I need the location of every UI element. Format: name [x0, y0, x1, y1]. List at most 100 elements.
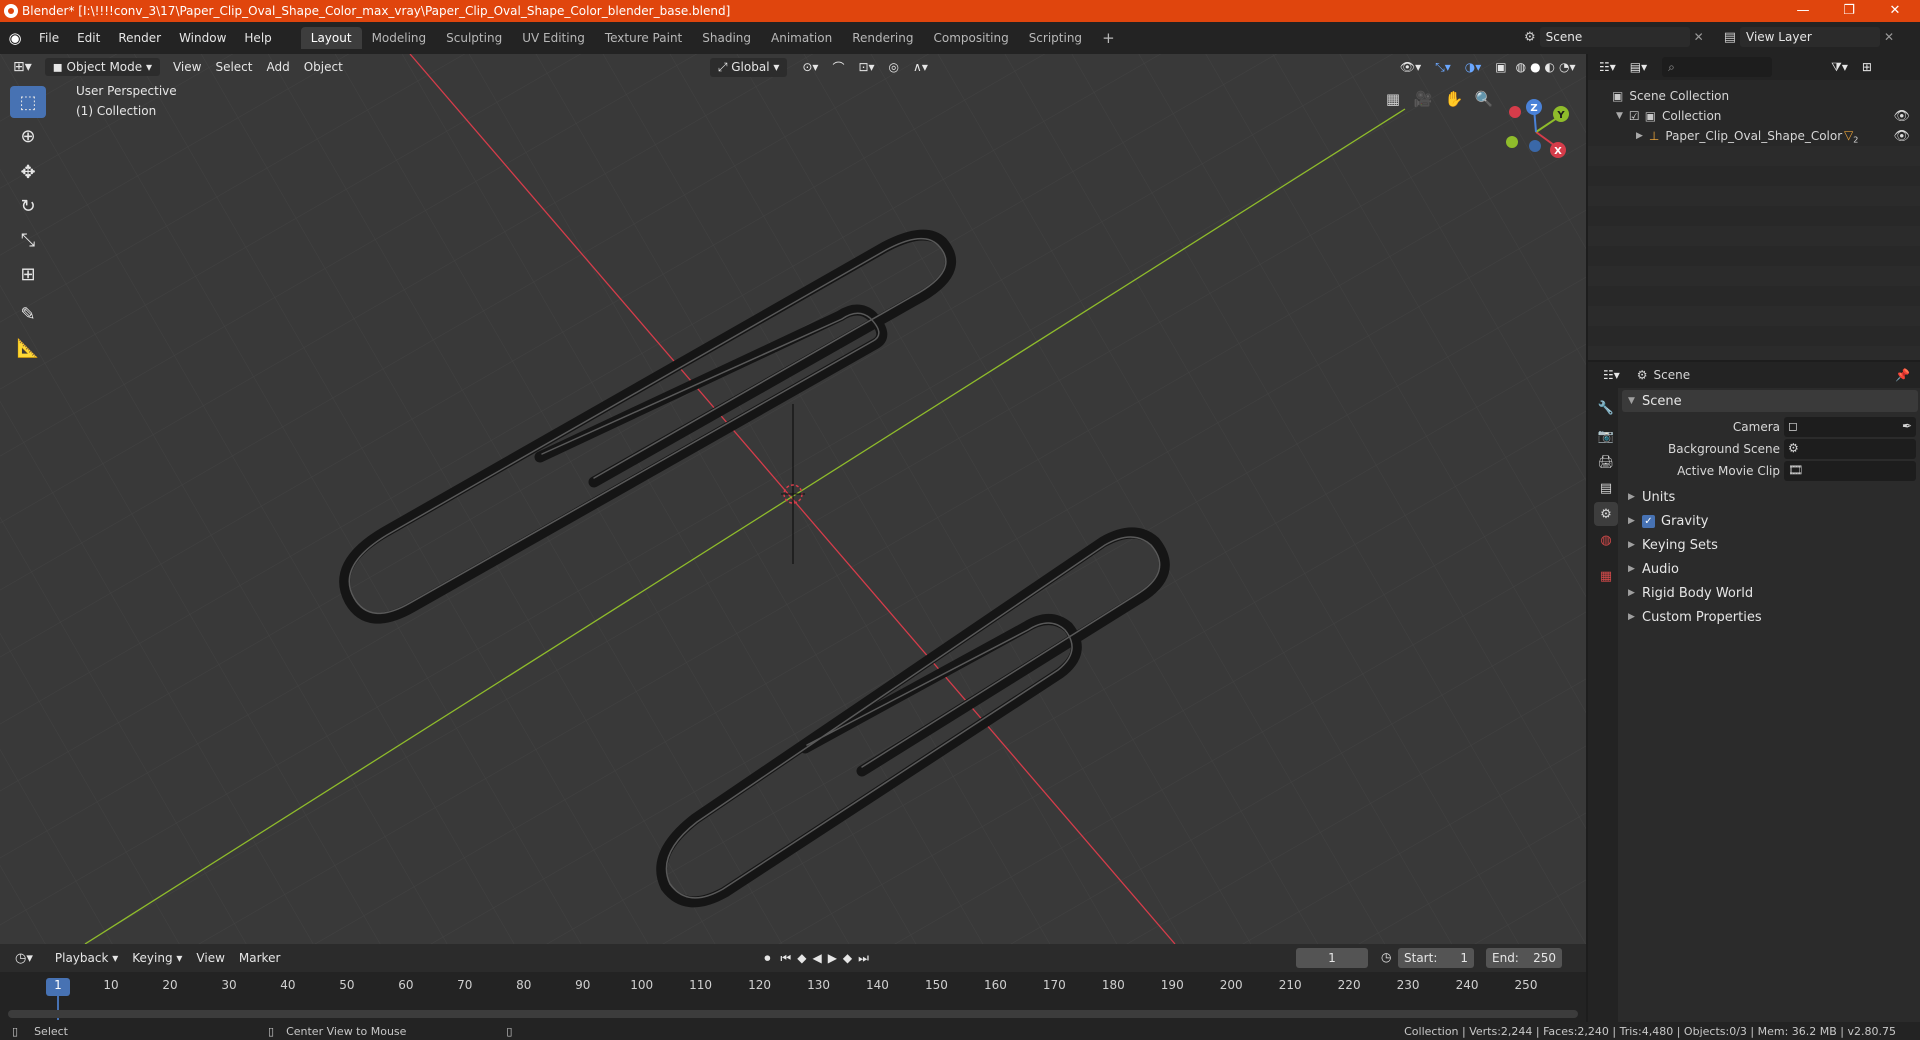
tab-compositing[interactable]: Compositing — [923, 27, 1018, 49]
keying-sets-panel-header[interactable]: ▶ Keying Sets — [1622, 534, 1918, 556]
world-tab-icon[interactable]: ◍ — [1594, 528, 1618, 552]
tab-animation[interactable]: Animation — [761, 27, 842, 49]
snap-target-icon[interactable]: ⊡▾ — [851, 58, 881, 76]
cursor-tool-icon[interactable]: ⊕ — [10, 120, 46, 152]
outliner-row-collection[interactable]: ▼ ☑ ▣ Collection 👁 — [1588, 106, 1920, 126]
exclude-checkbox[interactable]: ☑ — [1629, 109, 1640, 123]
rotate-tool-icon[interactable]: ↻ — [10, 190, 46, 222]
custom-properties-panel-header[interactable]: ▶ Custom Properties — [1622, 606, 1918, 628]
play-icon[interactable]: ▶ — [825, 949, 840, 967]
3d-viewport[interactable]: ⊞▾ ◼ Object Mode ▾ View Select Add Objec… — [0, 54, 1586, 944]
prev-keyframe-icon[interactable]: ◆ — [794, 949, 809, 967]
snap-icon[interactable]: ⌒ — [825, 57, 851, 78]
move-tool-icon[interactable]: ✥ — [10, 156, 46, 188]
gravity-panel-header[interactable]: ▶ ✓ Gravity — [1622, 510, 1918, 532]
outliner-editor-type-icon[interactable]: ☷▾ — [1592, 58, 1623, 76]
wireframe-shading-icon[interactable]: ◍ — [1514, 58, 1528, 76]
menu-keying[interactable]: Keying ▾ — [125, 949, 189, 967]
rendered-shading-icon[interactable]: ◔▾ — [1557, 58, 1578, 76]
gravity-checkbox[interactable]: ✓ — [1642, 514, 1655, 528]
scene-name-field[interactable]: Scene — [1539, 27, 1690, 47]
xray-icon[interactable]: ▣ — [1488, 58, 1513, 76]
tab-shading[interactable]: Shading — [692, 27, 761, 49]
scene-panel-header[interactable]: ▼ Scene — [1622, 390, 1918, 412]
view-layer-field[interactable]: View Layer — [1740, 27, 1881, 47]
expand-arrow-icon[interactable]: ▶ — [1636, 131, 1643, 141]
tab-rendering[interactable]: Rendering — [842, 27, 923, 49]
outliner-row-object[interactable]: ▶ ⊥ Paper_Clip_Oval_Shape_Color ▽2 👁 — [1588, 126, 1920, 146]
tab-modeling[interactable]: Modeling — [362, 27, 437, 49]
view-layer-icon[interactable]: ▤ — [1724, 30, 1736, 45]
tab-texture-paint[interactable]: Texture Paint — [595, 27, 692, 49]
proportional-edit-icon[interactable]: ◎ — [882, 58, 906, 76]
transform-tool-icon[interactable]: ⊞ — [10, 258, 46, 290]
minimize-button[interactable]: — — [1780, 0, 1826, 22]
transform-orientation-dropdown[interactable]: ⤢ Global ▾ — [709, 57, 788, 77]
expand-arrow-icon[interactable]: ▼ — [1616, 111, 1623, 121]
tab-sculpting[interactable]: Sculpting — [436, 27, 512, 49]
camera-field[interactable]: ◻ ✒ — [1784, 417, 1916, 437]
grid-view-icon[interactable]: ▦ — [1380, 86, 1406, 112]
camera-view-icon[interactable]: 🎥 — [1410, 86, 1436, 112]
scene-tab-icon[interactable]: ⚙ — [1594, 502, 1618, 526]
outliner-row-scene-collection[interactable]: ▣ Scene Collection — [1588, 86, 1920, 106]
record-button-icon[interactable]: ⏺ — [757, 949, 777, 968]
output-tab-icon[interactable]: 🖨 — [1594, 450, 1618, 474]
select-box-tool-icon[interactable]: ⬚ — [10, 86, 46, 118]
menu-object[interactable]: Object — [297, 58, 350, 76]
outliner-search-input[interactable]: ⌕ — [1662, 57, 1773, 77]
scale-tool-icon[interactable]: ⤡ — [10, 224, 46, 256]
close-button[interactable]: ✕ — [1872, 0, 1918, 22]
texture-tab-icon[interactable]: ▦ — [1594, 564, 1618, 588]
current-frame-field[interactable]: 1 — [1296, 948, 1368, 968]
jump-start-icon[interactable]: ⏮ — [777, 949, 794, 968]
visibility-icon[interactable]: 👁▾ — [1393, 58, 1428, 76]
tab-scripting[interactable]: Scripting — [1019, 27, 1092, 49]
overlay-toggle-icon[interactable]: ◑▾ — [1458, 58, 1489, 76]
mesh-data-icon[interactable]: ▽2 — [1844, 128, 1858, 144]
timeline-ruler[interactable]: 1 10 20 30 40 50 60 70 80 90 100 110 120 130 140 150 160… — [0, 972, 1586, 1022]
clock-icon[interactable]: ◷ — [1374, 948, 1398, 966]
add-workspace-button[interactable]: + — [1092, 25, 1125, 51]
menu-select[interactable]: Select — [208, 58, 259, 76]
next-keyframe-icon[interactable]: ◆ — [840, 949, 855, 967]
pivot-point-icon[interactable]: ⊙▾ — [795, 58, 825, 76]
tab-uv-editing[interactable]: UV Editing — [512, 27, 595, 49]
play-reverse-icon[interactable]: ◀ — [809, 949, 824, 967]
annotate-tool-icon[interactable]: ✎ — [10, 298, 46, 330]
tool-tab-icon[interactable]: 🔧 — [1594, 396, 1618, 420]
jump-end-icon[interactable]: ⏭ — [855, 949, 872, 968]
new-collection-icon[interactable]: ⊞ — [1855, 58, 1879, 76]
neg-y-axis-handle[interactable] — [1506, 136, 1518, 148]
end-frame-field[interactable]: End: 250 — [1486, 948, 1562, 968]
menu-timeline-view[interactable]: View — [189, 949, 231, 967]
navigation-gizmo[interactable]: X Y Z — [1492, 94, 1582, 174]
properties-editor-type-icon[interactable]: ☷▾ — [1596, 366, 1627, 384]
menu-edit[interactable]: Edit — [68, 31, 109, 45]
menu-help[interactable]: Help — [235, 31, 280, 45]
neg-z-axis-handle[interactable] — [1529, 140, 1541, 152]
eyedropper-icon[interactable]: ✒ — [1902, 419, 1912, 433]
mode-dropdown[interactable]: ◼ Object Mode ▾ — [44, 58, 160, 76]
render-tab-icon[interactable]: 📷 — [1594, 424, 1618, 448]
filter-icon[interactable]: ⧩▾ — [1824, 58, 1855, 77]
neg-x-axis-handle[interactable] — [1509, 106, 1521, 118]
start-frame-field[interactable]: Start: 1 — [1398, 948, 1474, 968]
maximize-button[interactable]: ❐ — [1826, 0, 1872, 22]
menu-add[interactable]: Add — [260, 58, 297, 76]
audio-panel-header[interactable]: ▶ Audio — [1622, 558, 1918, 580]
menu-playback[interactable]: Playback ▾ — [48, 949, 125, 967]
pin-icon[interactable]: 📌 — [1895, 368, 1910, 382]
scene-selector-icon[interactable]: ⚙ — [1524, 30, 1536, 45]
solid-shading-icon[interactable]: ● — [1528, 58, 1542, 76]
active-movie-clip-field[interactable]: 🎞 — [1784, 461, 1916, 481]
menu-view[interactable]: View — [166, 58, 208, 76]
pan-hand-icon[interactable]: ✋ — [1441, 86, 1467, 112]
tab-layout[interactable]: Layout — [300, 27, 362, 49]
gizmo-toggle-icon[interactable]: ⤡▾ — [1428, 58, 1458, 77]
units-panel-header[interactable]: ▶ Units — [1622, 486, 1918, 508]
view-layer-tab-icon[interactable]: ▤ — [1594, 476, 1618, 500]
timeline-editor-type-icon[interactable]: ◷▾ — [8, 949, 40, 968]
menu-window[interactable]: Window — [170, 31, 235, 45]
close-view-layer-icon[interactable]: ✕ — [1884, 30, 1894, 44]
